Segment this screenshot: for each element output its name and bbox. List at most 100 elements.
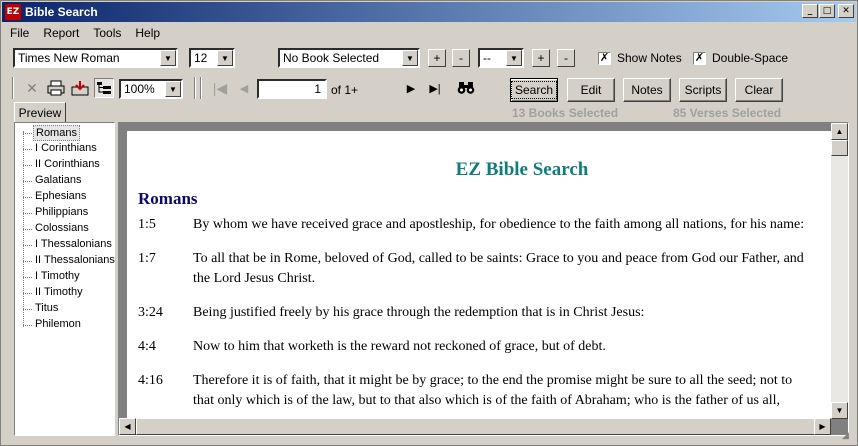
binoculars-icon[interactable] — [456, 78, 476, 98]
verse-reference: 4:4 — [138, 339, 156, 354]
tree-item-book[interactable]: Galatians — [33, 173, 83, 189]
scripts-button[interactable]: Scripts — [679, 78, 727, 102]
double-space-label: Double-Space — [712, 51, 789, 65]
tree-item-book[interactable]: II Corinthians — [33, 157, 102, 173]
notes-button[interactable]: Notes — [623, 78, 671, 102]
toolbar-separator — [194, 77, 196, 99]
tree-item-book[interactable]: Titus — [33, 301, 60, 317]
toolbar-separator — [12, 77, 14, 99]
next-page-icon[interactable]: ▶ — [401, 78, 421, 98]
book-next-button[interactable]: + — [428, 49, 446, 67]
verse-text: that only which is of the law, but to th… — [193, 393, 780, 408]
scroll-up-icon[interactable]: ▲ — [831, 123, 848, 140]
zoom-select[interactable]: 100% ▼ — [119, 79, 183, 99]
printer-icon[interactable] — [46, 78, 66, 98]
tree-item-book[interactable]: I Corinthians — [33, 141, 99, 157]
last-page-icon[interactable]: ▶| — [425, 78, 445, 98]
tree-connector — [23, 245, 32, 246]
verse-text: the Lord Jesus Christ. — [193, 271, 316, 286]
tree-connector — [23, 261, 32, 262]
verse-text: By whom we have received grace and apost… — [193, 217, 805, 232]
scroll-left-icon[interactable]: ◀ — [119, 418, 136, 435]
font-select[interactable]: Times New Roman ▼ — [13, 48, 178, 68]
scroll-down-icon[interactable]: ▼ — [831, 402, 848, 419]
menu-help[interactable]: Help — [127, 26, 166, 40]
verse-reference: 3:24 — [138, 305, 163, 320]
horizontal-scrollbar[interactable]: ◀ ▶ — [119, 418, 831, 435]
tree-connector — [23, 133, 32, 134]
zoom-value: 100% — [124, 82, 155, 96]
prev-page-icon[interactable]: ◀ — [234, 78, 254, 98]
verse-reference: 1:5 — [138, 217, 156, 232]
tree-connector — [23, 229, 32, 230]
book-tree: Romans I Corinthians II Corinthians Galatia… — [14, 122, 115, 436]
search-button[interactable]: Search — [510, 78, 558, 102]
page-number-value: 1 — [314, 82, 321, 96]
chapter-value: -- — [483, 51, 491, 65]
checkmark-icon: ✗ — [598, 51, 611, 65]
chapter-select[interactable]: -- ▼ — [478, 48, 524, 68]
minimize-icon[interactable]: _ — [802, 4, 818, 18]
chapter-next-button[interactable]: + — [532, 49, 550, 67]
tree-item-book[interactable]: Philippians — [33, 205, 90, 221]
tree-connector — [23, 309, 32, 310]
page-number-input[interactable]: 1 — [257, 79, 327, 99]
tree-item-book[interactable]: Ephesians — [33, 189, 88, 205]
verse-text: Therefore it is of faith, that it might … — [193, 373, 793, 388]
chevron-down-icon[interactable]: ▼ — [165, 81, 181, 97]
chevron-down-icon[interactable]: ▼ — [506, 50, 522, 66]
close-icon[interactable]: ✕ — [838, 4, 854, 18]
scroll-thumb[interactable] — [136, 418, 818, 435]
book-prev-button[interactable]: - — [452, 49, 470, 67]
chapter-prev-button[interactable]: - — [557, 49, 575, 67]
tree-item-book[interactable]: Philemon — [33, 317, 83, 333]
menu-file[interactable]: File — [2, 26, 35, 40]
double-space-checkbox[interactable]: ✗ Double-Space — [693, 51, 788, 65]
checkmark-icon: ✗ — [693, 51, 706, 65]
tree-item-book[interactable]: II Timothy — [33, 285, 85, 301]
tree-connector — [23, 181, 32, 182]
vertical-scrollbar[interactable]: ▲ ▼ — [831, 123, 848, 419]
app-window: EZ Bible Search _ □ ✕ File Report Tools … — [0, 0, 858, 446]
report-book-heading: Romans — [138, 189, 198, 208]
export-icon[interactable] — [70, 78, 90, 98]
menu-bar: File Report Tools Help — [2, 23, 166, 42]
tree-item-book[interactable]: II Thessalonians — [33, 253, 117, 269]
tree-connector — [23, 165, 32, 166]
title-bar[interactable]: EZ Bible Search _ □ ✕ — [2, 2, 856, 22]
chevron-down-icon[interactable]: ▼ — [217, 50, 233, 66]
tab-preview[interactable]: Preview — [14, 102, 66, 123]
maximize-icon[interactable]: □ — [819, 4, 835, 18]
menu-report[interactable]: Report — [35, 26, 85, 40]
size-select[interactable]: 12 ▼ — [189, 48, 235, 68]
tree-view-icon[interactable] — [94, 78, 114, 98]
tree-connector — [23, 325, 32, 326]
book-select[interactable]: No Book Selected ▼ — [278, 48, 420, 68]
edit-button[interactable]: Edit — [567, 78, 615, 102]
tree-item-book[interactable]: I Thessalonians — [33, 237, 114, 253]
close-icon[interactable]: ✕ — [22, 78, 42, 98]
tree-item-book[interactable]: Colossians — [33, 221, 91, 237]
show-notes-checkbox[interactable]: ✗ Show Notes — [598, 51, 682, 65]
verse-text: Now to him that worketh is the reward no… — [193, 339, 606, 354]
scroll-right-icon[interactable]: ▶ — [814, 418, 831, 435]
clear-button[interactable]: Clear — [735, 78, 783, 102]
verses-selected-status: 85 Verses Selected — [673, 106, 782, 120]
chevron-down-icon[interactable]: ▼ — [402, 50, 418, 66]
verse-text: Being justified freely by his grace thro… — [193, 305, 645, 320]
tree-item-book[interactable]: I Timothy — [33, 269, 82, 285]
books-selected-status: 13 Books Selected — [512, 106, 619, 120]
chevron-down-icon[interactable]: ▼ — [160, 50, 176, 66]
toolbar-separator — [200, 77, 202, 99]
tree-connector — [23, 149, 32, 150]
page-count-label: of 1+ — [331, 83, 359, 97]
show-notes-label: Show Notes — [617, 51, 682, 65]
size-value: 12 — [194, 51, 208, 65]
report-title: EZ Bible Search — [455, 159, 589, 180]
tree-item-book[interactable]: Romans — [33, 125, 80, 141]
scroll-thumb[interactable] — [831, 140, 848, 156]
resize-grip-icon[interactable]: ◢ — [842, 430, 855, 443]
window-title: Bible Search — [25, 5, 98, 19]
menu-tools[interactable]: Tools — [85, 26, 127, 40]
first-page-icon[interactable]: |◀ — [210, 78, 230, 98]
